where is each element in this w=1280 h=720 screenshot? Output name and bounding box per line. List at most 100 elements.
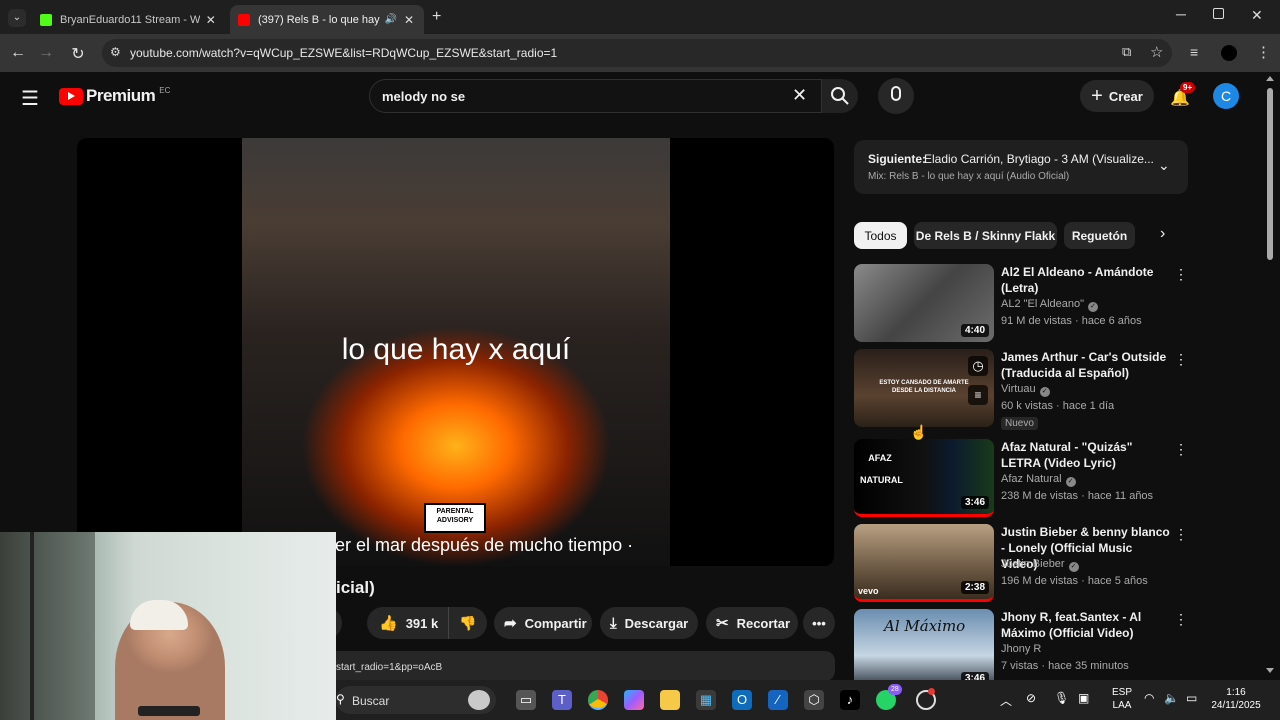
chip-all[interactable]: Todos (854, 222, 907, 249)
teams-icon[interactable]: T (552, 690, 572, 710)
wifi-icon[interactable]: ◠ (1144, 691, 1154, 705)
dislike-button[interactable]: 👎 (448, 607, 487, 639)
editor-icon[interactable]: ⁄ (768, 690, 788, 710)
video-thumbnail[interactable]: Al Máximo 3:46 (854, 609, 994, 680)
video-thumbnail[interactable]: AFAZ NATURAL 3:46 (854, 439, 994, 517)
clear-search-icon[interactable]: ✕ (792, 85, 807, 106)
reload-icon[interactable]: ↻ (68, 44, 88, 64)
channel-name[interactable]: Jhony R (1001, 643, 1041, 655)
video-title[interactable]: Afaz Natural - "Quizás" LETRA (Video Lyr… (1001, 439, 1171, 471)
download-label: Descargar (624, 615, 689, 631)
browser-menu-icon[interactable]: ⋮ (1256, 43, 1271, 61)
recommendation-item[interactable]: 4:40 Al2 El Aldeano - Amándote (Letra) A… (854, 264, 1188, 346)
clock[interactable]: 1:16 24/11/2025 (1206, 686, 1266, 712)
outlook-icon[interactable]: O (732, 690, 752, 710)
search-button[interactable] (822, 79, 858, 113)
profile-icon[interactable] (1221, 45, 1237, 61)
tray-chevron-icon[interactable]: ︿ (1000, 692, 1012, 709)
more-actions-button[interactable]: ••• (803, 607, 835, 639)
more-vertical-icon[interactable]: ⋮ (1174, 441, 1188, 458)
scroll-down-icon[interactable] (1266, 668, 1274, 673)
close-tab-icon[interactable]: ✕ (402, 13, 416, 27)
more-vertical-icon[interactable]: ⋮ (1174, 611, 1188, 628)
youtube-logo[interactable]: Premium EC (59, 86, 170, 106)
search-value: melody no se (382, 89, 466, 104)
menu-hamburger-icon[interactable]: ☰ (21, 86, 39, 111)
video-thumbnail[interactable]: ESTOY CANSADO DE AMARTE DESDE LA DISTANC… (854, 349, 994, 427)
maximize-icon[interactable] (1213, 8, 1224, 19)
install-app-icon[interactable]: ⧉ (1122, 44, 1131, 60)
video-thumbnail[interactable]: vevo 2:38 (854, 524, 994, 602)
scroll-up-icon[interactable] (1266, 76, 1274, 81)
more-vertical-icon[interactable]: ⋮ (1174, 351, 1188, 368)
watch-later-icon[interactable]: ◷ (968, 356, 988, 376)
search-input[interactable]: melody no se ✕ (369, 79, 822, 113)
tab-kick[interactable]: BryanEduardo11 Stream - Watc ✕ (32, 5, 226, 34)
video-frame[interactable]: lo que hay x aquí PARENTAL ADVISORY (242, 138, 670, 566)
address-bar[interactable]: ⚙ youtube.com/watch?v=qWCup_EZSWE&list=R… (102, 39, 1172, 67)
clip-button[interactable]: ✂ Recortar (706, 607, 798, 639)
back-icon[interactable]: ← (8, 44, 28, 62)
recommendation-item[interactable]: vevo 2:38 Justin Bieber & benny blanco -… (854, 524, 1188, 606)
page-scrollbar[interactable] (1266, 76, 1274, 676)
forward-icon[interactable]: → (36, 44, 56, 62)
close-window-icon[interactable]: ✕ (1251, 7, 1263, 24)
scrollbar-thumb[interactable] (1267, 88, 1273, 260)
recommendation-item[interactable]: AFAZ NATURAL 3:46 Afaz Natural - "Quizás… (854, 439, 1188, 521)
tray-network-off-icon[interactable]: ⊘ (1026, 691, 1036, 705)
file-explorer-icon[interactable] (660, 690, 680, 710)
tab-search-icon[interactable]: ⌄ (8, 9, 26, 27)
video-thumbnail[interactable]: 4:40 (854, 264, 994, 342)
voice-search-button[interactable] (878, 78, 914, 114)
add-to-queue-icon[interactable]: ≡ (968, 385, 988, 405)
create-button[interactable]: + Crear (1080, 80, 1154, 112)
playlist-next-panel[interactable]: Siguiente: Eladio Carrión, Brytiago - 3 … (854, 140, 1188, 194)
chrome-icon[interactable] (588, 690, 608, 710)
video-title[interactable]: Al2 El Aldeano - Amándote (Letra) (1001, 264, 1171, 296)
bookmark-star-icon[interactable]: ☆ (1150, 43, 1163, 61)
channel-name[interactable]: Afaz Natural ✓ (1001, 473, 1076, 487)
chip-rels-b[interactable]: De Rels B / Skinny Flakk (914, 222, 1057, 249)
tray-mic-icon[interactable]: 🎙 (1054, 691, 1069, 705)
more-vertical-icon[interactable]: ⋮ (1174, 526, 1188, 543)
kick-favicon-icon (40, 13, 52, 26)
chevron-right-icon[interactable]: › (1160, 225, 1165, 243)
recording-app-icon[interactable] (916, 688, 936, 710)
minimize-icon[interactable]: ─ (1176, 6, 1186, 22)
download-button[interactable]: ⤓ Descargar (600, 607, 698, 639)
avatar[interactable]: C (1213, 83, 1239, 109)
chevron-down-icon[interactable]: ⌄ (1158, 157, 1170, 174)
settings-app-icon[interactable]: ⬡ (804, 690, 824, 710)
notifications-button[interactable]: 🔔 9+ (1168, 82, 1196, 110)
reading-list-icon[interactable]: ≡ (1190, 44, 1198, 60)
site-info-icon[interactable]: ⚙ (110, 45, 121, 59)
tray-app-icon[interactable]: ▣ (1078, 691, 1089, 705)
more-vertical-icon[interactable]: ⋮ (1174, 266, 1188, 283)
store-icon[interactable]: ▦ (696, 690, 716, 710)
duration-badge: 2:38 (960, 581, 989, 594)
channel-name[interactable]: AL2 "El Aldeano" ✓ (1001, 298, 1099, 312)
video-title[interactable]: James Arthur - Car's Outside (Traducida … (1001, 349, 1171, 381)
share-button[interactable]: ➦ Compartir (494, 607, 592, 639)
channel-name[interactable]: Justin Bieber ✓ (1001, 558, 1079, 572)
recommendation-item[interactable]: ESTOY CANSADO DE AMARTE DESDE LA DISTANC… (854, 349, 1188, 431)
language-indicator[interactable]: ESP LAA (1108, 686, 1136, 712)
close-tab-icon[interactable]: ✕ (204, 13, 218, 27)
audio-icon[interactable]: 🔊 (384, 14, 398, 25)
video-title[interactable]: Jhony R, feat.Santex - Al Máximo (Offici… (1001, 609, 1171, 641)
new-tab-button[interactable]: + (432, 8, 441, 26)
whatsapp-icon[interactable]: 28 (876, 684, 902, 710)
like-button[interactable]: 👍 391 k (367, 607, 448, 639)
description-box[interactable]: start_radio=1&pp=oAcB (320, 651, 835, 681)
tiktok-icon[interactable]: ♪ (840, 690, 860, 710)
copilot-icon[interactable] (624, 690, 644, 710)
channel-name[interactable]: Virtuau ✓ (1001, 383, 1050, 397)
taskbar-search[interactable]: ⚲ Buscar (336, 686, 496, 714)
battery-icon[interactable]: ▭ (1186, 691, 1197, 705)
tab-youtube[interactable]: (397) Rels B - lo que hay x a 🔊 ✕ (230, 5, 424, 34)
chip-regueton[interactable]: Reguetón (1064, 222, 1135, 249)
volume-icon[interactable]: 🔈 (1164, 691, 1179, 705)
recommendation-item[interactable]: Al Máximo 3:46 Jhony R, feat.Santex - Al… (854, 609, 1188, 680)
video-player[interactable]: lo que hay x aquí PARENTAL ADVISORY er e… (77, 138, 834, 566)
task-view-icon[interactable]: ▭ (516, 690, 536, 710)
